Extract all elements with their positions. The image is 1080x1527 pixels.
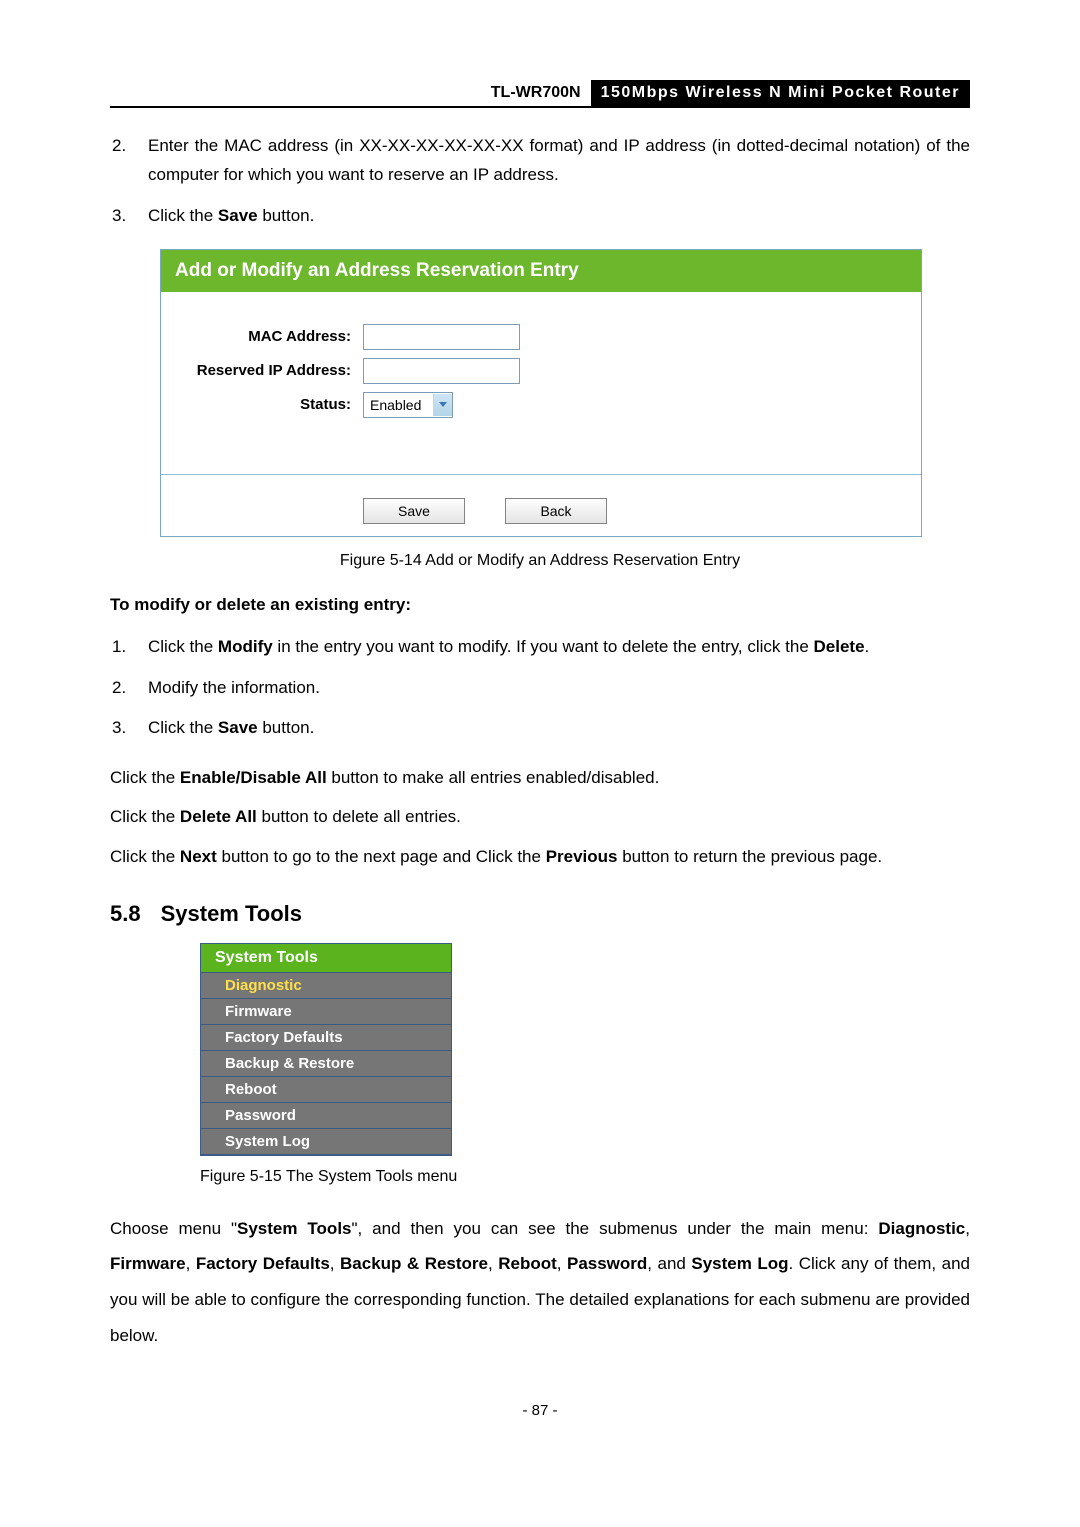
bold-factory-defaults: Factory Defaults <box>196 1254 330 1273</box>
status-select[interactable]: Enabled <box>363 392 453 418</box>
list-number: 3. <box>112 202 148 231</box>
bold-delete-all: Delete All <box>180 807 257 826</box>
system-tools-description: Choose menu "System Tools", and then you… <box>110 1211 970 1354</box>
bold-diagnostic: Diagnostic <box>878 1219 965 1238</box>
reserved-ip-row: Reserved IP Address: <box>161 354 921 388</box>
list-item: 1. Click the Modify in the entry you wan… <box>112 633 970 662</box>
page-header: TL-WR700N 150Mbps Wireless N Mini Pocket… <box>110 80 970 108</box>
text-fragment: , <box>488 1254 498 1273</box>
text-fragment: button. <box>258 718 315 737</box>
bold-backup-restore: Backup & Restore <box>340 1254 488 1273</box>
figure-5-15-caption: Figure 5-15 The System Tools menu <box>200 1168 970 1186</box>
text-fragment: . <box>865 637 870 656</box>
menu-item-diagnostic[interactable]: Diagnostic <box>201 973 451 999</box>
next-previous-para: Click the Next button to go to the next … <box>110 840 970 873</box>
text-fragment: , <box>557 1254 567 1273</box>
list-number: 1. <box>112 633 148 662</box>
text-fragment: Choose menu " <box>110 1219 237 1238</box>
menu-item-reboot[interactable]: Reboot <box>201 1077 451 1103</box>
bold-firmware: Firmware <box>110 1254 186 1273</box>
figure-5-14-caption: Figure 5-14 Add or Modify an Address Res… <box>110 552 970 570</box>
delete-all-para: Click the Delete All button to delete al… <box>110 800 970 833</box>
list-number: 2. <box>112 674 148 703</box>
list-item: 3. Click the Save button. <box>112 714 970 743</box>
menu-title: System Tools <box>201 944 451 973</box>
section-5-8-heading: 5.8 System Tools <box>110 901 970 927</box>
bold-password: Password <box>567 1254 647 1273</box>
figure-5-14-box: Add or Modify an Address Reservation Ent… <box>160 249 922 537</box>
menu-item-password[interactable]: Password <box>201 1103 451 1129</box>
back-button[interactable]: Back <box>505 498 607 524</box>
figure-button-row: Save Back <box>161 475 921 536</box>
list-number: 2. <box>112 132 148 190</box>
bold-next: Next <box>180 847 217 866</box>
text-fragment: button to go to the next page and Click … <box>217 847 546 866</box>
text-fragment: button to delete all entries. <box>257 807 461 826</box>
modify-steps-list: 1. Click the Modify in the entry you wan… <box>110 633 970 744</box>
product-model: TL-WR700N <box>481 80 591 108</box>
header-rule <box>110 80 481 108</box>
bold-delete: Delete <box>814 637 865 656</box>
list-number: 3. <box>112 714 148 743</box>
list-text: Modify the information. <box>148 674 970 703</box>
reserved-ip-label: Reserved IP Address: <box>161 362 363 379</box>
bold-save: Save <box>218 206 258 225</box>
section-title: System Tools <box>161 901 302 926</box>
list-text: Enter the MAC address (in XX-XX-XX-XX-XX… <box>148 132 970 190</box>
bold-previous: Previous <box>546 847 618 866</box>
status-row: Status: Enabled <box>161 388 921 422</box>
text-fragment: , and <box>647 1254 691 1273</box>
figure-title: Add or Modify an Address Reservation Ent… <box>161 250 921 292</box>
enable-disable-para: Click the Enable/Disable All button to m… <box>110 761 970 794</box>
status-label: Status: <box>161 396 363 413</box>
bold-system-log: System Log <box>691 1254 788 1273</box>
page: TL-WR700N 150Mbps Wireless N Mini Pocket… <box>0 0 1080 1527</box>
list-text: Click the Save button. <box>148 202 970 231</box>
steps-list-top: 2. Enter the MAC address (in XX-XX-XX-XX… <box>110 132 970 231</box>
text-fragment: Click the <box>110 847 180 866</box>
text-fragment: ", and then you can see the submenus und… <box>352 1219 879 1238</box>
status-value: Enabled <box>370 397 421 413</box>
menu-item-backup-restore[interactable]: Backup & Restore <box>201 1051 451 1077</box>
product-desc: 150Mbps Wireless N Mini Pocket Router <box>591 80 970 108</box>
modify-delete-heading: To modify or delete an existing entry: <box>110 595 970 615</box>
system-tools-menu: System Tools Diagnostic Firmware Factory… <box>200 943 452 1156</box>
bold-save: Save <box>218 718 258 737</box>
section-number: 5.8 <box>110 901 141 926</box>
text-fragment: Click the <box>148 637 218 656</box>
bold-reboot: Reboot <box>498 1254 557 1273</box>
text-fragment: , <box>965 1219 970 1238</box>
text-fragment: Click the <box>148 718 218 737</box>
reserved-ip-input[interactable] <box>363 358 520 384</box>
list-text: Click the Modify in the entry you want t… <box>148 633 970 662</box>
mac-address-label: MAC Address: <box>161 328 363 345</box>
bold-system-tools: System Tools <box>237 1219 351 1238</box>
text-fragment: , <box>330 1254 340 1273</box>
text-fragment: , <box>186 1254 196 1273</box>
list-text: Click the Save button. <box>148 714 970 743</box>
list-item: 2. Enter the MAC address (in XX-XX-XX-XX… <box>112 132 970 190</box>
page-number: - 87 - <box>110 1402 970 1419</box>
mac-address-input[interactable] <box>363 324 520 350</box>
bold-modify: Modify <box>218 637 273 656</box>
list-item: 3. Click the Save button. <box>112 202 970 231</box>
text-fragment: button to return the previous page. <box>618 847 883 866</box>
chevron-down-icon <box>433 394 452 416</box>
text-fragment: Click the <box>110 768 180 787</box>
list-item: 2. Modify the information. <box>112 674 970 703</box>
text-fragment: in the entry you want to modify. If you … <box>273 637 814 656</box>
text-fragment: button. <box>258 206 315 225</box>
mac-address-row: MAC Address: <box>161 320 921 354</box>
text-fragment: Click the <box>110 807 180 826</box>
menu-item-factory-defaults[interactable]: Factory Defaults <box>201 1025 451 1051</box>
menu-item-system-log[interactable]: System Log <box>201 1129 451 1154</box>
save-button[interactable]: Save <box>363 498 465 524</box>
menu-item-firmware[interactable]: Firmware <box>201 999 451 1025</box>
text-fragment: Click the <box>148 206 218 225</box>
bold-enable-disable-all: Enable/Disable All <box>180 768 327 787</box>
text-fragment: button to make all entries enabled/disab… <box>327 768 660 787</box>
